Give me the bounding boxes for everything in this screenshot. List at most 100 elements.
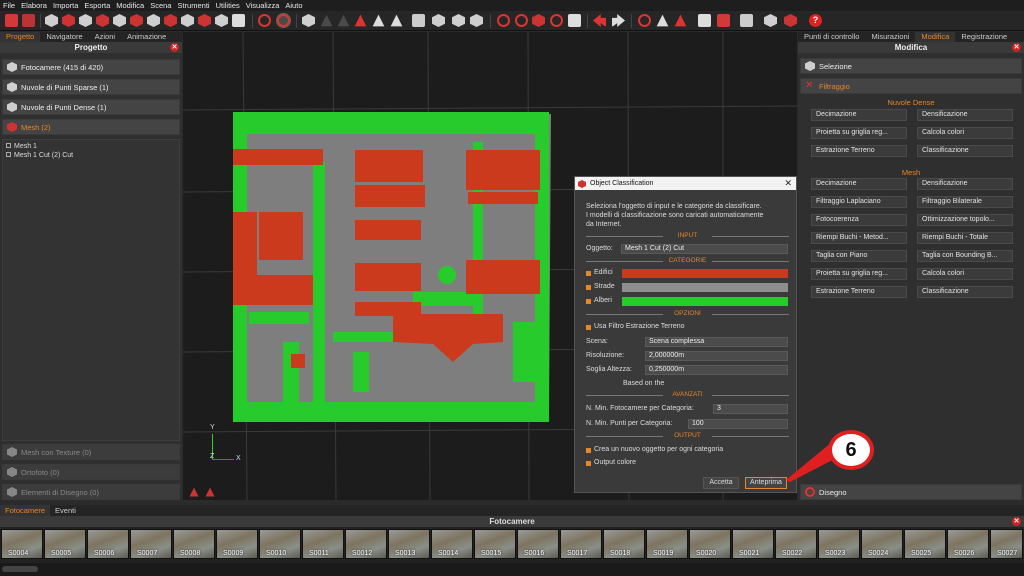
- close-icon[interactable]: ✕: [170, 43, 179, 52]
- measure-icon[interactable]: [638, 14, 651, 27]
- menu-importa[interactable]: Importa: [53, 1, 78, 10]
- output-color-checkbox[interactable]: [586, 461, 591, 466]
- ground-filter-checkbox[interactable]: [586, 325, 591, 330]
- close-icon[interactable]: ✕: [784, 177, 792, 190]
- camera-thumb[interactable]: S0012: [345, 529, 387, 559]
- group-drawing[interactable]: Elementi di Disegno (0): [2, 484, 180, 500]
- texture-icon[interactable]: [113, 14, 126, 27]
- camera-thumb[interactable]: S0025: [904, 529, 946, 559]
- mesh-photoconsistency-button[interactable]: Fotocoerenza: [811, 214, 907, 226]
- mesh-ground-extract-button[interactable]: Estrazione Terreno: [811, 286, 907, 298]
- tab-measurements[interactable]: Misurazioni: [865, 32, 915, 42]
- tab-azioni[interactable]: Azioni: [89, 32, 121, 42]
- menu-utilities[interactable]: Utilities: [216, 1, 240, 10]
- camera-thumb[interactable]: S0014: [431, 529, 473, 559]
- accept-button[interactable]: Accetta: [703, 477, 739, 489]
- rotate-icon[interactable]: [258, 14, 271, 27]
- min-cameras-input[interactable]: 3: [713, 404, 788, 414]
- redo-icon[interactable]: [612, 14, 625, 27]
- vertex-icon[interactable]: [372, 14, 385, 27]
- cube-wire-icon[interactable]: [764, 14, 777, 27]
- tab-navigatore[interactable]: Navigatore: [40, 32, 88, 42]
- camera-thumb[interactable]: S0010: [259, 529, 301, 559]
- camera-icon[interactable]: [45, 14, 58, 27]
- orbit-icon[interactable]: [276, 13, 291, 28]
- screenshot-icon[interactable]: [568, 14, 581, 27]
- mesh-compute-colors-button[interactable]: Calcola colori: [917, 268, 1013, 280]
- brush-icon[interactable]: [390, 14, 403, 27]
- window-icon[interactable]: [740, 14, 753, 27]
- edifici-color-swatch[interactable]: [622, 269, 788, 278]
- help-icon[interactable]: ?: [809, 14, 822, 27]
- triangle-icon[interactable]: [354, 14, 367, 27]
- tree-item-mesh-cut[interactable]: Mesh 1 Cut (2) Cut: [6, 151, 176, 160]
- wireframe-icon[interactable]: [337, 14, 350, 27]
- add-cube-icon[interactable]: [130, 14, 143, 27]
- camera-thumb[interactable]: S0021: [732, 529, 774, 559]
- group-cameras[interactable]: Fotocamere (415 di 420): [2, 59, 180, 75]
- dem-icon[interactable]: [164, 14, 177, 27]
- group-mesh[interactable]: Mesh (2): [2, 119, 180, 135]
- points-icon[interactable]: [302, 14, 315, 27]
- thumbnail-scrollbar[interactable]: [0, 563, 1024, 576]
- camera-thumb[interactable]: S0016: [517, 529, 559, 559]
- cube-red-icon[interactable]: [784, 14, 797, 27]
- mesh-cut-plane-button[interactable]: Taglia con Piano: [811, 250, 907, 262]
- tab-progetto[interactable]: Progetto: [0, 32, 41, 42]
- alberi-color-swatch[interactable]: [622, 297, 788, 306]
- tab-modifica[interactable]: Modifica: [915, 32, 956, 42]
- bucket-icon[interactable]: [412, 14, 425, 27]
- close-icon[interactable]: ✕: [1012, 43, 1021, 52]
- tab-animazione[interactable]: Animazione: [121, 32, 172, 42]
- cloud-icon[interactable]: [470, 14, 483, 27]
- mesh-topology-button[interactable]: Ottimizzazione topolo...: [917, 214, 1013, 226]
- target-icon[interactable]: [497, 14, 510, 27]
- tab-cameras[interactable]: Fotocamere: [0, 505, 51, 516]
- camera-thumb[interactable]: S0019: [646, 529, 688, 559]
- camera-thumb[interactable]: S0017: [560, 529, 602, 559]
- save-icon[interactable]: [22, 14, 35, 27]
- cube-icon[interactable]: [181, 14, 194, 27]
- camera-thumb[interactable]: S0015: [474, 529, 516, 559]
- menu-esporta[interactable]: Esporta: [84, 1, 110, 10]
- scrollbar-thumb[interactable]: [2, 566, 38, 572]
- group-mesh-texture[interactable]: Mesh con Texture (0): [2, 444, 180, 460]
- dc-decimation-button[interactable]: Decimazione: [811, 109, 907, 121]
- group-orthophoto[interactable]: Ortofoto (0): [2, 464, 180, 480]
- camera-thumb[interactable]: S0011: [302, 529, 344, 559]
- mesh-project-grid-button[interactable]: Proietta su griglia reg...: [811, 268, 907, 280]
- mesh-laplacian-button[interactable]: Filtraggio Laplaciano: [811, 196, 907, 208]
- undo-icon[interactable]: [593, 14, 606, 27]
- menu-visualizza[interactable]: Visualizza: [246, 1, 280, 10]
- mesh-bilateral-button[interactable]: Filtraggio Bilaterale: [917, 196, 1013, 208]
- menu-aiuto[interactable]: Aiuto: [285, 1, 302, 10]
- mesh-cut-bbox-button[interactable]: Taglia con Bounding B...: [917, 250, 1013, 262]
- camera-thumb[interactable]: S0006: [87, 529, 129, 559]
- mesh-fill-holes-total-button[interactable]: Riempi Buchi - Totale: [917, 232, 1013, 244]
- tab-events[interactable]: Eventi: [50, 505, 81, 516]
- oggetto-select[interactable]: Mesh 1 Cut (2) Cut: [621, 244, 788, 254]
- fill-icon[interactable]: [432, 14, 445, 27]
- alberi-checkbox[interactable]: [586, 299, 591, 304]
- selection-group[interactable]: Selezione: [800, 58, 1022, 74]
- tab-control-points[interactable]: Punti di controllo: [798, 32, 865, 42]
- strade-checkbox[interactable]: [586, 285, 591, 290]
- strade-color-swatch[interactable]: [622, 283, 788, 292]
- camera-thumb[interactable]: S0007: [130, 529, 172, 559]
- mesh-decimation-button[interactable]: Decimazione: [811, 178, 907, 190]
- menu-elabora[interactable]: Elabora: [21, 1, 47, 10]
- distance-icon[interactable]: [656, 14, 669, 27]
- group-sparse-cloud[interactable]: Nuvole di Punti Sparse (1): [2, 79, 180, 95]
- shading-icon[interactable]: [320, 14, 333, 27]
- tab-registration[interactable]: Registrazione: [955, 32, 1013, 42]
- camera-thumb[interactable]: S0023: [818, 529, 860, 559]
- dc-ground-extract-button[interactable]: Estrazione Terreno: [811, 145, 907, 157]
- menu-strumenti[interactable]: Strumenti: [177, 1, 209, 10]
- sparse-cloud-icon[interactable]: [62, 14, 75, 27]
- mesh-classification-button[interactable]: Classificazione: [917, 286, 1013, 298]
- edifici-checkbox[interactable]: [586, 271, 591, 276]
- menu-modifica[interactable]: Modifica: [116, 1, 144, 10]
- cut-icon[interactable]: [550, 14, 563, 27]
- dc-densify-button[interactable]: Densificazione: [917, 109, 1013, 121]
- scene-icon[interactable]: [215, 14, 228, 27]
